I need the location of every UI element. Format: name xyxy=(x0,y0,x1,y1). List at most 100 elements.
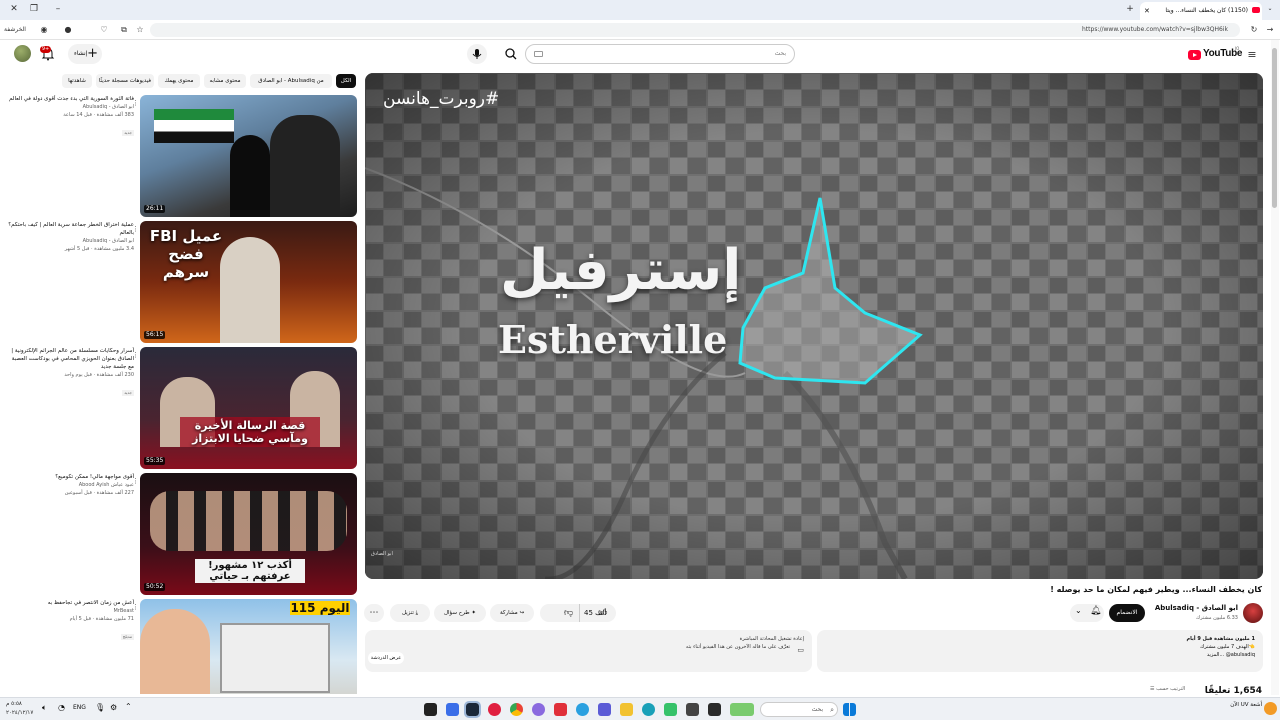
search-box[interactable]: بحث xyxy=(525,44,795,64)
recommendation-channel[interactable]: MrBeast xyxy=(8,607,134,615)
wifi-icon[interactable]: ◔ xyxy=(58,703,65,712)
taskbar-weather[interactable]: أشعة UV الآن xyxy=(1222,701,1262,709)
sort-comments-button[interactable]: ☰ الترتيب حسب xyxy=(1150,686,1185,692)
recommendation-title[interactable]: أسرار وحكايات مسلسلة من عالم الجرائم الإ… xyxy=(8,347,134,371)
recommendation-thumbnail[interactable]: 26:11 xyxy=(140,95,357,217)
collections-icon[interactable]: ♡ xyxy=(96,23,112,37)
recommendation-title[interactable]: عملية اختراق الخطر جماعة سرية العالم | ك… xyxy=(8,221,134,237)
app-icon[interactable] xyxy=(686,703,699,716)
app-icon[interactable] xyxy=(664,703,677,716)
video-player[interactable]: #روبرت_هانسن إسترفيل Estherville ابو الص… xyxy=(365,73,1263,579)
create-button[interactable]: إنشاء + xyxy=(68,44,102,64)
recommendation-item[interactable]: اليوم 115 أعش من زمان الانتصر في تجاحفظ … xyxy=(8,599,358,694)
more-options-icon[interactable]: ⋮ xyxy=(132,603,139,611)
ask-button[interactable]: طرح سؤال ✦ xyxy=(434,604,486,622)
show-chat-button[interactable]: عرض الدردشة xyxy=(368,652,404,664)
tab-search-icon[interactable]: ⌄ xyxy=(1262,2,1278,16)
language-indicator[interactable]: ENG xyxy=(73,704,86,711)
taskbar-clock[interactable]: ٥:٥٨ م ٢٠٢٤/١٢/١٧ xyxy=(6,700,33,718)
favorites-star-icon[interactable]: ☆ xyxy=(132,23,148,37)
recommendation-channel[interactable]: ابو الصادق - Abulsadiq xyxy=(8,103,134,111)
chip-from-channel[interactable]: من Abulsadiq - ابو الصادق xyxy=(250,74,332,88)
file-explorer-icon[interactable] xyxy=(620,703,633,716)
menu-hamburger-icon[interactable]: ≡ xyxy=(1244,48,1260,62)
reload-icon[interactable]: ↻ xyxy=(1246,23,1262,37)
epic-games-icon[interactable] xyxy=(424,703,437,716)
search-input[interactable]: بحث xyxy=(775,45,786,63)
recommendation-title[interactable]: فاتة الثورة السورية التي بدء جدت أقوى دو… xyxy=(8,95,134,103)
recommendation-item[interactable]: قصة الرسالة الأخيرة ومآسي ضحايا الابتزاز… xyxy=(8,347,358,469)
extensions-icon[interactable]: ⧉ xyxy=(116,23,132,37)
chip-recently-uploaded[interactable]: فيديوهات مسجلة حديثًا xyxy=(96,74,154,88)
recommendation-title[interactable]: أعش من زمان الانتصر في تجاحفظ به xyxy=(8,599,134,607)
browser-tab-active[interactable]: (1150) كان يخطف النساء... ويتا ✕ xyxy=(1140,2,1262,20)
window-close-icon[interactable]: ✕ xyxy=(6,2,22,16)
chrome-icon[interactable] xyxy=(510,703,523,716)
search-button[interactable] xyxy=(500,45,522,63)
edge-icon[interactable] xyxy=(642,703,655,716)
keyboard-icon[interactable] xyxy=(534,51,543,57)
share-button[interactable]: مشاركة ↪ xyxy=(490,604,534,622)
user-avatar[interactable] xyxy=(14,45,31,62)
more-actions-button[interactable]: ⋯ xyxy=(364,604,384,622)
app-icon[interactable] xyxy=(488,703,501,716)
obsidian-icon[interactable] xyxy=(598,703,611,716)
recommendation-item[interactable]: عميل FBI فضح سرهم 56:15 عملية اختراق الخ… xyxy=(8,221,358,343)
description-box[interactable]: 1 مليون مشاهدة قبل 9 أيام 👈الهدف 7 مليون… xyxy=(817,630,1263,672)
more-options-icon[interactable]: ⋮ xyxy=(132,99,139,107)
window-minimize-icon[interactable]: – xyxy=(50,2,66,16)
chip-all[interactable]: الكل xyxy=(336,74,356,88)
channel-avatar[interactable] xyxy=(1243,603,1263,623)
back-icon[interactable]: → xyxy=(1262,23,1278,37)
tab-close-icon[interactable]: ✕ xyxy=(1144,2,1150,20)
settings-tray-icon[interactable]: ⚙ xyxy=(110,703,117,712)
url-field[interactable]: https://www.youtube.com/watch?v=sjlbw3QH… xyxy=(150,23,1240,37)
mic-tray-icon[interactable]: 🎙︎ xyxy=(95,703,105,712)
chevron-up-icon[interactable]: ⌃ xyxy=(125,702,132,711)
telegram-icon[interactable] xyxy=(576,703,589,716)
windows-start-icon[interactable] xyxy=(843,703,856,716)
create-label: إنشاء xyxy=(74,50,88,57)
avatar-small-icon[interactable]: ● xyxy=(60,23,76,37)
more-options-icon[interactable]: ⋮ xyxy=(132,477,139,485)
more-options-icon[interactable]: ⋮ xyxy=(132,225,139,233)
like-dislike-pill[interactable]: 45 ألف 👍︎ 👎︎ xyxy=(540,604,616,622)
channel-name[interactable]: ابو الصادق - Abulsadiq xyxy=(1155,604,1238,612)
chip-for-you[interactable]: محتوى يهمك xyxy=(158,74,200,88)
recommendation-thumbnail[interactable]: عميل FBI فضح سرهم 56:15 xyxy=(140,221,357,343)
recommendation-info: أقوى مواجهة مالي! ممكن تكوميع؟ عبود عياش… xyxy=(8,473,134,497)
recommendation-thumbnail[interactable]: أكذب ١٢ مشهور! عرفتهم بـ حياتي 50:52 xyxy=(140,473,357,595)
more-options-icon[interactable]: ⋮ xyxy=(132,351,139,359)
profile-label[interactable]: الخرشفة xyxy=(4,23,26,37)
taskbar-search[interactable]: بحث ⌕ xyxy=(760,702,838,717)
subscription-bell-button[interactable]: 🔔︎ ⌄ xyxy=(1070,604,1104,622)
speaker-icon[interactable]: 🔈︎ xyxy=(42,703,47,713)
download-button[interactable]: تنزيل ⤓ xyxy=(390,604,430,622)
chip-watched[interactable]: شاهدتها xyxy=(62,74,92,88)
app-icon[interactable] xyxy=(708,703,721,716)
recommendation-item[interactable]: 26:11 فاتة الثورة السورية التي بدء جدت أ… xyxy=(8,95,358,217)
recommendation-channel[interactable]: عبود عياش Abood Ayish xyxy=(8,481,134,489)
chip-similar[interactable]: محتوى مشابه xyxy=(204,74,246,88)
voice-search-button[interactable] xyxy=(467,44,487,64)
taskbar-time: ٥:٥٨ م xyxy=(6,701,22,707)
recommendation-thumbnail[interactable]: اليوم 115 xyxy=(140,599,357,694)
dislike-button[interactable]: 👎︎ xyxy=(558,604,580,622)
join-button[interactable]: الانضمام xyxy=(1109,604,1145,622)
recommendation-channel[interactable]: ابو الصادق - Abulsadiq xyxy=(8,237,134,245)
recommendation-thumbnail[interactable]: قصة الرسالة الأخيرة ومآسي ضحايا الابتزاز… xyxy=(140,347,357,469)
youtube-music-icon[interactable] xyxy=(554,703,567,716)
app-icon[interactable] xyxy=(532,703,545,716)
app-icon[interactable] xyxy=(446,703,459,716)
thumbs-up-icon[interactable]: 👍︎ xyxy=(598,604,607,622)
new-tab-icon[interactable]: + xyxy=(1122,2,1138,16)
window-maximize-icon[interactable]: ❐ xyxy=(26,2,42,16)
youtube-logo[interactable]: YouTube JO xyxy=(1188,46,1243,62)
description-more[interactable]: abulsadiq@ ...المزيد xyxy=(825,651,1255,659)
recommendation-item[interactable]: أكذب ١٢ مشهور! عرفتهم بـ حياتي 50:52 أقو… xyxy=(8,473,358,595)
recommendation-title[interactable]: أقوى مواجهة مالي! ممكن تكوميع؟ xyxy=(8,473,134,481)
steam-icon[interactable] xyxy=(464,701,481,718)
page-scrollbar-thumb[interactable] xyxy=(1272,48,1277,208)
copilot-icon[interactable]: ◉ xyxy=(36,23,52,37)
widget-icon[interactable] xyxy=(730,703,754,716)
